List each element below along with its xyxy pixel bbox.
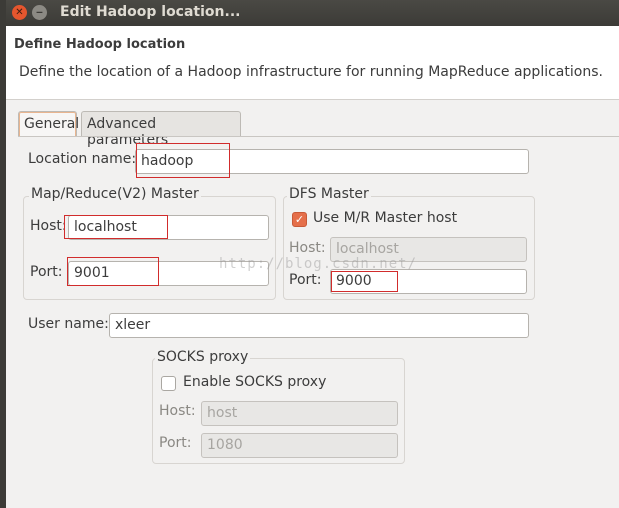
tab-general[interactable]: General — [18, 111, 80, 137]
annotation-box-mr-port — [67, 257, 159, 286]
dfs-host-label: Host: — [289, 240, 326, 256]
use-mr-host-label: Use M/R Master host — [313, 210, 458, 226]
minimize-window-button[interactable]: ‒ — [32, 5, 47, 20]
mr-port-label: Port: — [30, 264, 63, 280]
header-description: Define the location of a Hadoop infrastr… — [19, 64, 603, 80]
user-name-input[interactable]: xleer — [109, 313, 529, 338]
enable-socks-checkbox[interactable] — [161, 376, 176, 391]
dialog-header: Define Hadoop location Define the locati… — [6, 26, 619, 100]
socks-group-label: SOCKS proxy — [155, 349, 251, 365]
watermark-text: http://blog.csdn.net/ — [219, 256, 418, 272]
socks-port-label: Port: — [159, 435, 192, 451]
socks-host-input[interactable]: host — [201, 401, 398, 426]
annotation-box-mr-host — [64, 215, 168, 239]
tab-divider — [18, 136, 619, 137]
mr-host-label: Host: — [30, 218, 67, 234]
annotation-box-location — [136, 143, 230, 178]
header-title: Define Hadoop location — [14, 37, 186, 52]
dfs-group-label: DFS Master — [287, 186, 371, 202]
dialog-window: ✕ ‒ Edit Hadoop location... Define Hadoo… — [6, 0, 619, 508]
window-title: Edit Hadoop location... — [60, 4, 241, 20]
dfs-port-label: Port: — [289, 272, 322, 288]
close-window-button[interactable]: ✕ — [12, 5, 27, 20]
tab-advanced-parameters[interactable]: Advanced parameters — [81, 111, 241, 148]
annotation-box-dfs-port — [331, 271, 398, 292]
socks-host-label: Host: — [159, 403, 196, 419]
use-mr-host-checkbox[interactable]: ✓ — [292, 212, 307, 227]
location-name-label: Location name: — [28, 151, 137, 167]
socks-port-input[interactable]: 1080 — [201, 433, 398, 458]
enable-socks-label: Enable SOCKS proxy — [183, 374, 327, 390]
user-name-label: User name: — [28, 316, 109, 332]
mapreduce-group-label: Map/Reduce(V2) Master — [29, 186, 201, 202]
title-bar: ✕ ‒ Edit Hadoop location... — [6, 0, 619, 26]
tab-general-label: General — [24, 116, 80, 132]
